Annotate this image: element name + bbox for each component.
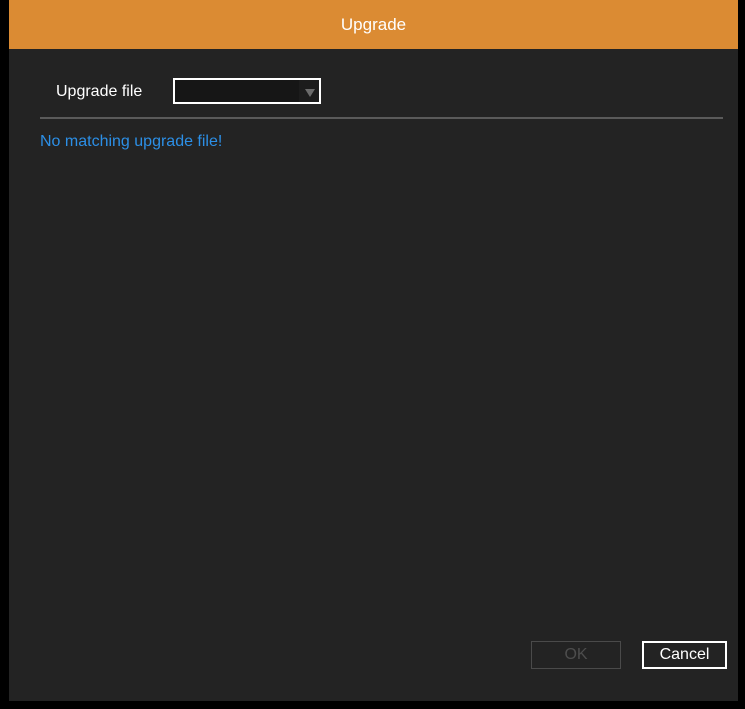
dialog-title: Upgrade (340, 14, 407, 34)
dialog-title-bar: Upgrade (9, 0, 738, 49)
upgrade-dialog: Upgrade Upgrade file No matching upgrade… (9, 0, 738, 701)
dropdown-toggle[interactable] (299, 80, 319, 102)
upgrade-file-row: Upgrade file (56, 78, 142, 106)
chevron-down-icon (305, 89, 315, 97)
divider (40, 117, 723, 119)
ok-button[interactable]: OK (531, 641, 621, 669)
upgrade-file-label: Upgrade file (56, 83, 143, 100)
cancel-button[interactable]: Cancel (642, 641, 727, 669)
upgrade-file-select[interactable] (173, 78, 321, 104)
status-message: No matching upgrade file! (40, 133, 223, 150)
